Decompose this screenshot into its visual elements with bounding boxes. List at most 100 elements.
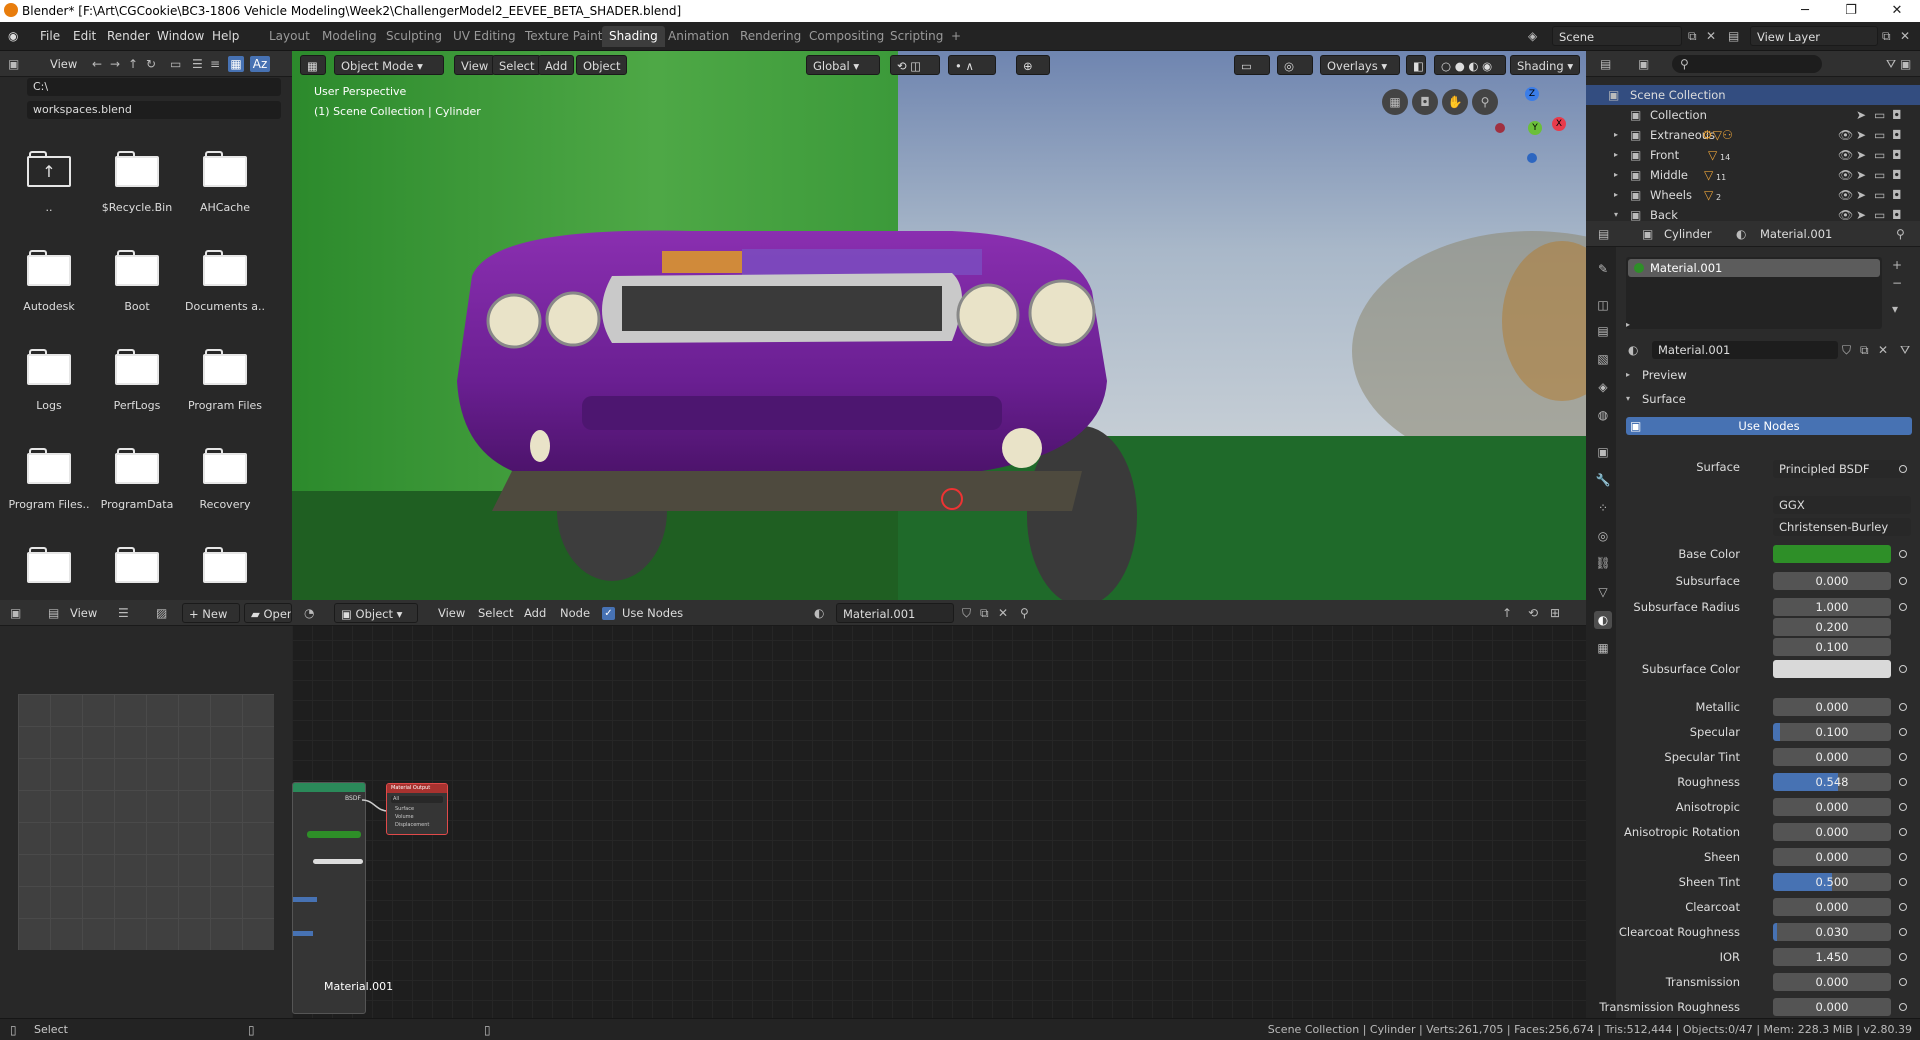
- maximize-button[interactable]: ❐: [1828, 0, 1874, 22]
- outliner-row[interactable]: ▸ ▣ Middle ▽ 11 👁 ➤ ▭ ◘: [1586, 165, 1920, 185]
- gizmo-y[interactable]: Y: [1528, 121, 1542, 135]
- particles-tab-icon[interactable]: ⁘: [1594, 499, 1612, 517]
- viewport-add-menu[interactable]: Add: [538, 55, 575, 75]
- tab-animation[interactable]: Animation: [661, 26, 736, 47]
- image-editor-type-icon[interactable]: ▣: [10, 605, 21, 621]
- property-value-field[interactable]: 0.000: [1773, 572, 1891, 590]
- folder-item[interactable]: PerfLogs: [94, 347, 180, 412]
- property-socket[interactable]: [1899, 903, 1907, 911]
- filter-icon[interactable]: ⛛: [1886, 56, 1896, 72]
- toggle-camera-icon[interactable]: ▦: [1382, 89, 1408, 115]
- gizmo-neg-z[interactable]: [1527, 153, 1537, 163]
- duplicate-material-icon[interactable]: ⧉: [980, 605, 989, 621]
- select-arrow-icon[interactable]: ➤: [1856, 167, 1866, 183]
- menu-file[interactable]: File: [40, 29, 60, 43]
- image-mode-icon[interactable]: ▤: [48, 605, 59, 621]
- base-color-socket[interactable]: [1899, 550, 1907, 558]
- shader-type-dropdown[interactable]: ▣ Object ▾: [334, 603, 418, 623]
- overlays-dropdown[interactable]: Overlays ▾: [1320, 55, 1400, 75]
- node-sheen-tint-slider[interactable]: [293, 931, 313, 936]
- preview-panel[interactable]: Preview: [1642, 368, 1687, 382]
- viewport-disable-icon[interactable]: ▭: [1874, 167, 1885, 183]
- eye-icon[interactable]: 👁: [1838, 127, 1853, 143]
- property-socket[interactable]: [1899, 753, 1907, 761]
- subsurface-method-dropdown[interactable]: Christensen-Burley: [1773, 518, 1911, 536]
- menu-render[interactable]: Render: [107, 29, 150, 43]
- render-tab-icon[interactable]: ◫: [1594, 296, 1612, 314]
- expand-arrow-icon[interactable]: ▸: [1614, 127, 1618, 143]
- property-value-field[interactable]: 0.030: [1773, 923, 1891, 941]
- gizmo-neg-x[interactable]: [1495, 123, 1505, 133]
- new-folder-icon[interactable]: ▭: [170, 56, 181, 72]
- node-add-menu[interactable]: Add: [524, 606, 546, 620]
- property-value-field[interactable]: 0.000: [1773, 848, 1891, 866]
- property-socket[interactable]: [1899, 603, 1907, 611]
- remove-view-layer-icon[interactable]: ✕: [1900, 28, 1910, 44]
- property-socket[interactable]: [1899, 828, 1907, 836]
- select-arrow-icon[interactable]: ➤: [1856, 187, 1866, 203]
- output-socket-surface[interactable]: Surface: [395, 806, 414, 812]
- select-arrow-icon[interactable]: ➤: [1856, 107, 1866, 123]
- filename-field[interactable]: workspaces.blend: [27, 101, 281, 119]
- property-socket[interactable]: [1899, 878, 1907, 886]
- property-socket[interactable]: [1899, 803, 1907, 811]
- menu-help[interactable]: Help: [212, 29, 239, 43]
- unlink-prop-icon[interactable]: ✕: [1878, 342, 1888, 358]
- outliner-row[interactable]: ▣ Collection ➤ ▭ ◘: [1586, 105, 1920, 125]
- properties-editor-type-icon[interactable]: ▤: [1598, 226, 1609, 242]
- pivot-snap-toggle[interactable]: ⟲ ◫: [890, 55, 940, 75]
- node-view-menu[interactable]: View: [438, 606, 465, 620]
- property-socket[interactable]: [1899, 728, 1907, 736]
- output-socket-volume[interactable]: Volume: [395, 814, 414, 820]
- property-socket[interactable]: [1899, 778, 1907, 786]
- path-field[interactable]: C:\: [27, 78, 281, 96]
- add-workspace-button[interactable]: +: [944, 26, 968, 47]
- outliner-row[interactable]: ▣ Scene Collection: [1586, 85, 1920, 105]
- eye-icon[interactable]: 👁: [1838, 167, 1853, 183]
- tab-layout[interactable]: Layout: [262, 26, 317, 47]
- node-roughness-slider[interactable]: [293, 897, 317, 902]
- node-subsurface-color-swatch[interactable]: [313, 859, 363, 864]
- back-arrow-icon[interactable]: ←: [92, 56, 102, 72]
- surface-shader-dropdown[interactable]: Principled BSDF: [1773, 460, 1903, 478]
- display-mode-icon[interactable]: ▣: [1638, 56, 1649, 72]
- material-browse-prop-icon[interactable]: ◐: [1628, 342, 1638, 358]
- folder-item[interactable]: $Recycle.Bin: [94, 149, 180, 214]
- view-layer-selector[interactable]: View Layer: [1750, 26, 1878, 46]
- viewport-editor-type[interactable]: ▦: [300, 55, 326, 75]
- eye-icon[interactable]: 👁: [1838, 147, 1853, 163]
- folder-item[interactable]: Recovery: [182, 446, 268, 511]
- tab-shading[interactable]: Shading: [602, 26, 665, 47]
- folder-item[interactable]: [94, 545, 180, 597]
- folder-item[interactable]: Boot: [94, 248, 180, 313]
- render-camera-icon[interactable]: ◘: [1892, 147, 1902, 163]
- expand-arrow-icon[interactable]: ▸: [1614, 147, 1618, 163]
- world-tab-icon[interactable]: ◍: [1594, 406, 1612, 424]
- tab-texture-paint[interactable]: Texture Paint: [518, 26, 609, 47]
- folder-item[interactable]: Documents a..: [182, 248, 268, 313]
- object-mode-dropdown[interactable]: Object Mode ▾: [334, 55, 444, 75]
- use-nodes-button[interactable]: Use Nodes: [1626, 417, 1912, 435]
- object-tab-icon[interactable]: ▣: [1594, 443, 1612, 461]
- outliner-editor-type-icon[interactable]: ▤: [1600, 56, 1611, 72]
- property-value-field[interactable]: 0.000: [1773, 998, 1891, 1016]
- list-view-icon[interactable]: ☰: [192, 56, 203, 72]
- physics-tab-icon[interactable]: ◎: [1594, 527, 1612, 545]
- tab-sculpting[interactable]: Sculpting: [379, 26, 449, 47]
- duplicate-prop-icon[interactable]: ⧉: [1860, 342, 1869, 358]
- fake-user-icon[interactable]: ⛉: [962, 605, 971, 621]
- subsurface-color-socket[interactable]: [1899, 665, 1907, 673]
- editor-type-icon[interactable]: ▣: [8, 56, 19, 72]
- property-value-field[interactable]: 0.100: [1773, 638, 1891, 656]
- property-value-field[interactable]: 0.000: [1773, 798, 1891, 816]
- fake-user-prop-icon[interactable]: ⛉: [1842, 342, 1851, 358]
- folder-item[interactable]: AHCache: [182, 149, 268, 214]
- surface-panel[interactable]: Surface: [1642, 392, 1686, 406]
- property-socket[interactable]: [1899, 577, 1907, 585]
- image-browse-icon[interactable]: ▨: [156, 605, 167, 621]
- subsurface-color-swatch[interactable]: [1773, 660, 1891, 678]
- property-socket[interactable]: [1899, 978, 1907, 986]
- surface-expand-icon[interactable]: ▾: [1626, 391, 1630, 407]
- properties-material-name[interactable]: Material.001: [1760, 227, 1832, 241]
- parent-node-tree-icon[interactable]: ↑: [1502, 605, 1512, 621]
